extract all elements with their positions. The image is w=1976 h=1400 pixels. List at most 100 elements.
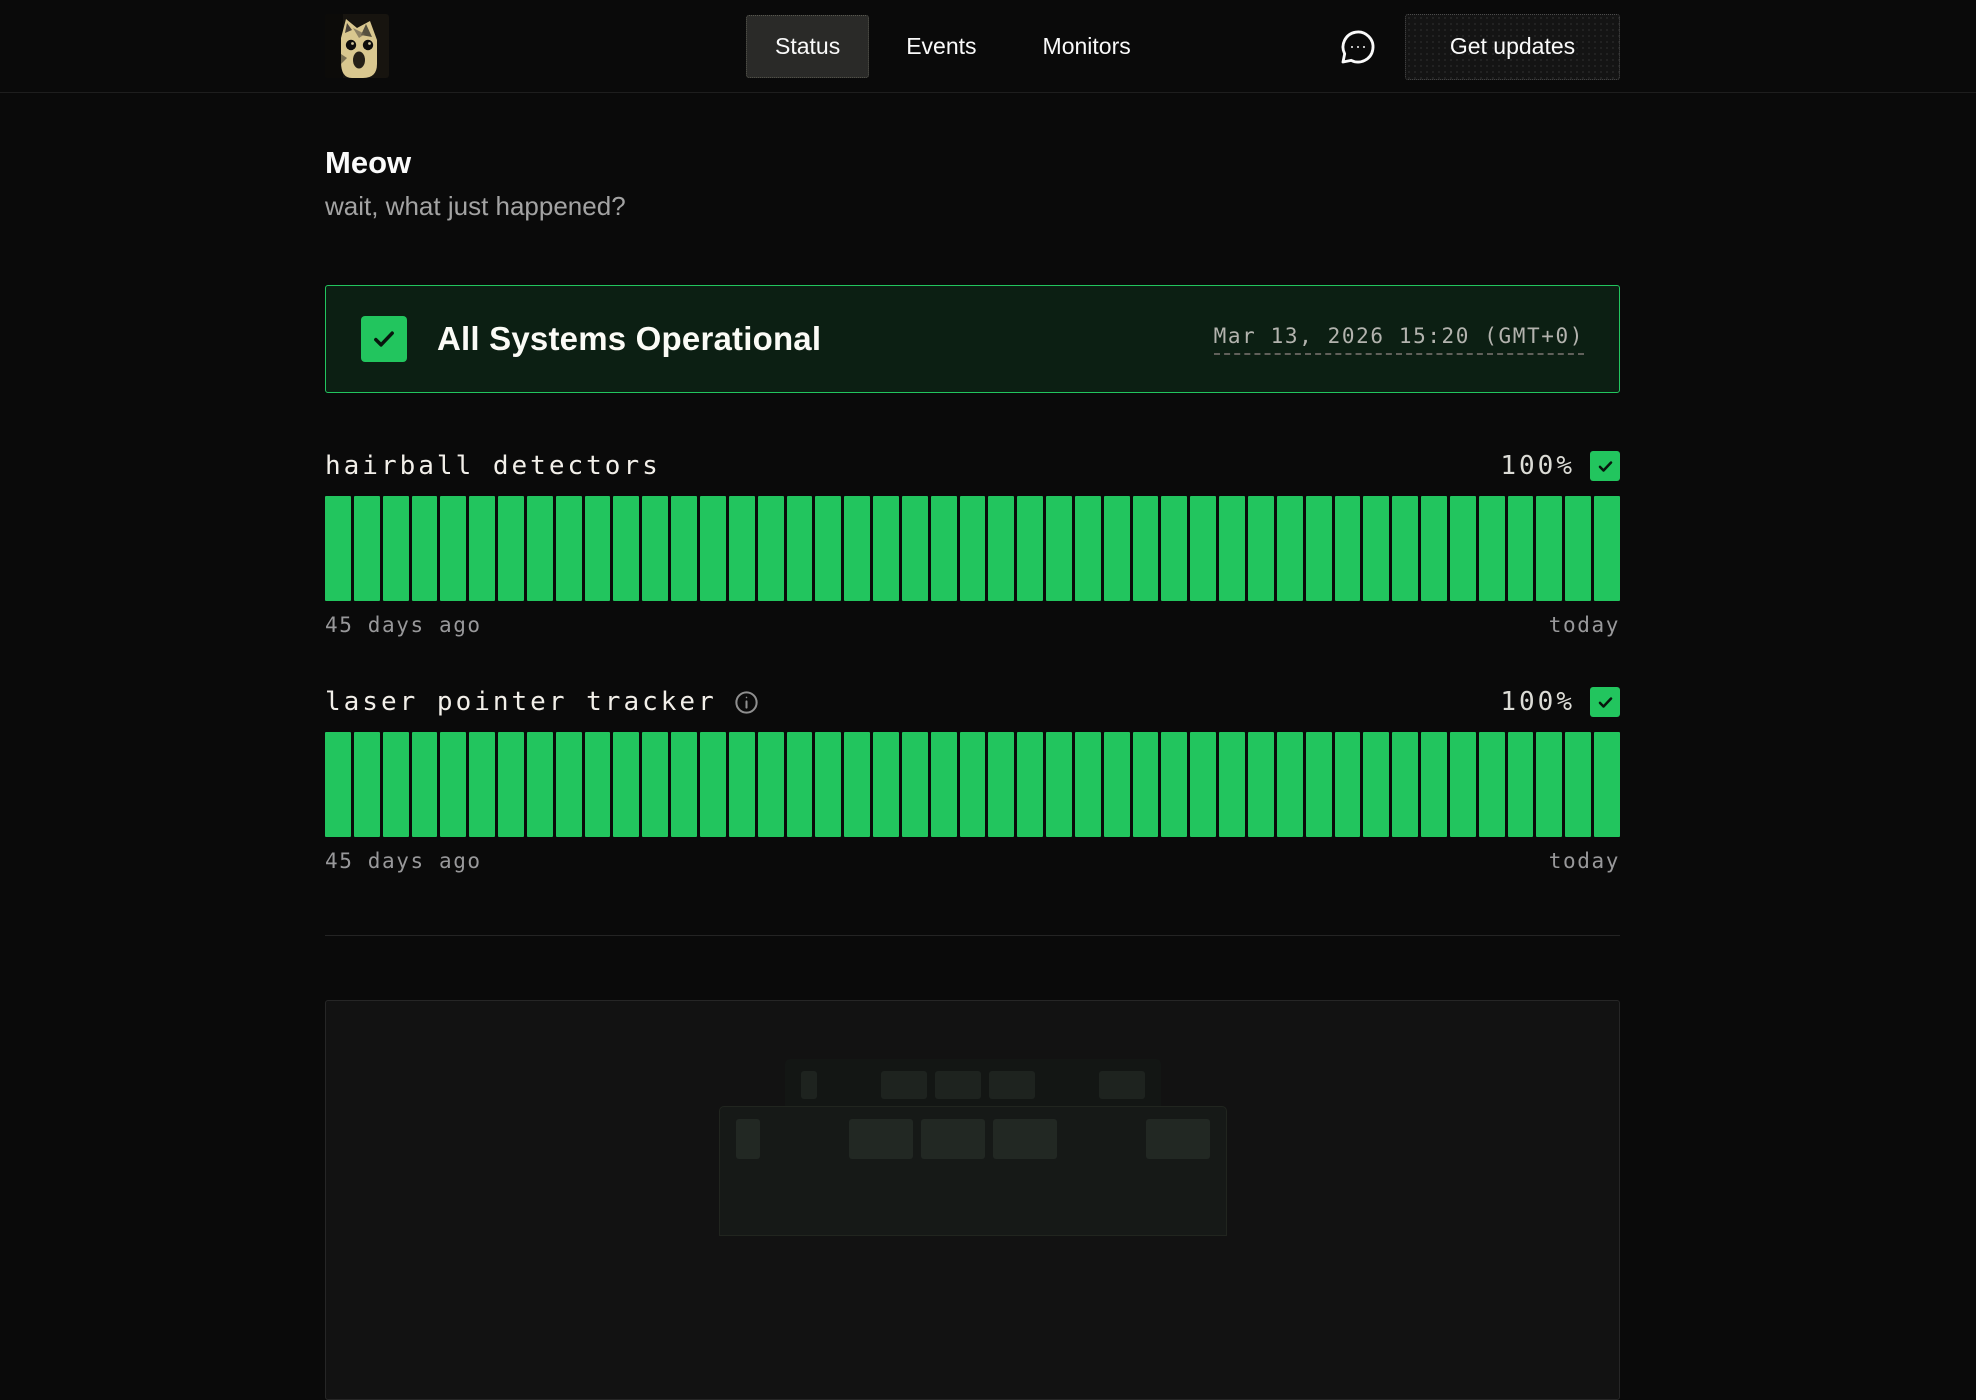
uptime-bar[interactable] [1392, 732, 1418, 837]
uptime-bar[interactable] [1479, 496, 1505, 601]
feedback-chat-button[interactable] [1336, 25, 1380, 69]
uptime-bar[interactable] [440, 496, 466, 601]
uptime-bar[interactable] [1075, 732, 1101, 837]
uptime-bar[interactable] [787, 496, 813, 601]
faded-preview-large [719, 1106, 1227, 1236]
uptime-bar[interactable] [815, 732, 841, 837]
uptime-bar[interactable] [1594, 496, 1620, 601]
uptime-bar[interactable] [931, 496, 957, 601]
uptime-bar[interactable] [902, 732, 928, 837]
uptime-bar[interactable] [1075, 496, 1101, 601]
uptime-bar[interactable] [1421, 496, 1447, 601]
uptime-bar[interactable] [1017, 496, 1043, 601]
uptime-bar[interactable] [469, 496, 495, 601]
uptime-bar[interactable] [585, 732, 611, 837]
uptime-bar[interactable] [960, 732, 986, 837]
uptime-bar[interactable] [412, 732, 438, 837]
uptime-bar[interactable] [527, 496, 553, 601]
uptime-bar[interactable] [1421, 732, 1447, 837]
uptime-bar[interactable] [1190, 732, 1216, 837]
uptime-bar[interactable] [354, 732, 380, 837]
uptime-bar[interactable] [1133, 496, 1159, 601]
uptime-bar[interactable] [1479, 732, 1505, 837]
uptime-bar[interactable] [1508, 732, 1534, 837]
uptime-bar[interactable] [1363, 496, 1389, 601]
tab-events[interactable]: Events [877, 15, 1005, 78]
get-updates-button[interactable]: Get updates [1405, 14, 1620, 80]
uptime-bar[interactable] [354, 496, 380, 601]
uptime-bar[interactable] [1046, 496, 1072, 601]
uptime-bar[interactable] [1046, 732, 1072, 837]
status-timestamp[interactable]: Mar 13, 2026 15:20 (GMT+0) [1214, 324, 1584, 355]
uptime-bar[interactable] [671, 732, 697, 837]
uptime-bar[interactable] [1565, 496, 1591, 601]
site-logo[interactable] [325, 14, 389, 78]
uptime-bar[interactable] [931, 732, 957, 837]
uptime-bar[interactable] [1104, 496, 1130, 601]
uptime-bar[interactable] [1306, 496, 1332, 601]
uptime-bar[interactable] [729, 732, 755, 837]
uptime-bar[interactable] [1335, 732, 1361, 837]
uptime-bar[interactable] [1536, 496, 1562, 601]
tab-status[interactable]: Status [746, 15, 869, 78]
uptime-bar[interactable] [758, 496, 784, 601]
tab-monitors[interactable]: Monitors [1014, 15, 1160, 78]
uptime-bar[interactable] [469, 732, 495, 837]
uptime-bar[interactable] [1565, 732, 1591, 837]
uptime-bar[interactable] [325, 732, 351, 837]
uptime-bar[interactable] [1017, 732, 1043, 837]
uptime-bar[interactable] [1392, 496, 1418, 601]
uptime-bar[interactable] [700, 732, 726, 837]
uptime-bar[interactable] [585, 496, 611, 601]
uptime-bar[interactable] [613, 732, 639, 837]
uptime-bar[interactable] [873, 732, 899, 837]
uptime-bar[interactable] [1594, 732, 1620, 837]
uptime-bar[interactable] [844, 496, 870, 601]
uptime-bar[interactable] [815, 496, 841, 601]
uptime-bar[interactable] [844, 732, 870, 837]
uptime-bar[interactable] [1277, 732, 1303, 837]
uptime-bar[interactable] [1219, 496, 1245, 601]
uptime-bar[interactable] [1133, 732, 1159, 837]
uptime-bar[interactable] [1104, 732, 1130, 837]
uptime-bar[interactable] [642, 732, 668, 837]
uptime-bar[interactable] [1161, 732, 1187, 837]
uptime-bar[interactable] [1248, 732, 1274, 837]
uptime-bar[interactable] [729, 496, 755, 601]
uptime-bar[interactable] [960, 496, 986, 601]
uptime-bar[interactable] [412, 496, 438, 601]
uptime-bar[interactable] [613, 496, 639, 601]
uptime-bar[interactable] [556, 732, 582, 837]
uptime-bar[interactable] [1219, 732, 1245, 837]
uptime-bar[interactable] [1450, 732, 1476, 837]
uptime-bar[interactable] [1190, 496, 1216, 601]
uptime-bar[interactable] [988, 496, 1014, 601]
uptime-bar[interactable] [556, 496, 582, 601]
uptime-bar[interactable] [383, 496, 409, 601]
uptime-bar[interactable] [902, 496, 928, 601]
uptime-bar[interactable] [498, 496, 524, 601]
uptime-bar[interactable] [1277, 496, 1303, 601]
uptime-percentage: 100% [1500, 687, 1575, 717]
uptime-bar[interactable] [671, 496, 697, 601]
uptime-bar[interactable] [383, 732, 409, 837]
uptime-bar[interactable] [440, 732, 466, 837]
uptime-bar[interactable] [873, 496, 899, 601]
uptime-bar[interactable] [1248, 496, 1274, 601]
uptime-bar[interactable] [1536, 732, 1562, 837]
uptime-bar[interactable] [988, 732, 1014, 837]
info-icon[interactable] [733, 689, 760, 716]
uptime-bar[interactable] [1306, 732, 1332, 837]
uptime-bar[interactable] [325, 496, 351, 601]
uptime-bar[interactable] [1363, 732, 1389, 837]
uptime-bar[interactable] [1508, 496, 1534, 601]
uptime-bar[interactable] [787, 732, 813, 837]
uptime-bar[interactable] [642, 496, 668, 601]
uptime-bar[interactable] [1335, 496, 1361, 601]
uptime-bar[interactable] [527, 732, 553, 837]
uptime-bar[interactable] [1161, 496, 1187, 601]
uptime-bar[interactable] [700, 496, 726, 601]
uptime-bar[interactable] [498, 732, 524, 837]
uptime-bar[interactable] [758, 732, 784, 837]
uptime-bar[interactable] [1450, 496, 1476, 601]
